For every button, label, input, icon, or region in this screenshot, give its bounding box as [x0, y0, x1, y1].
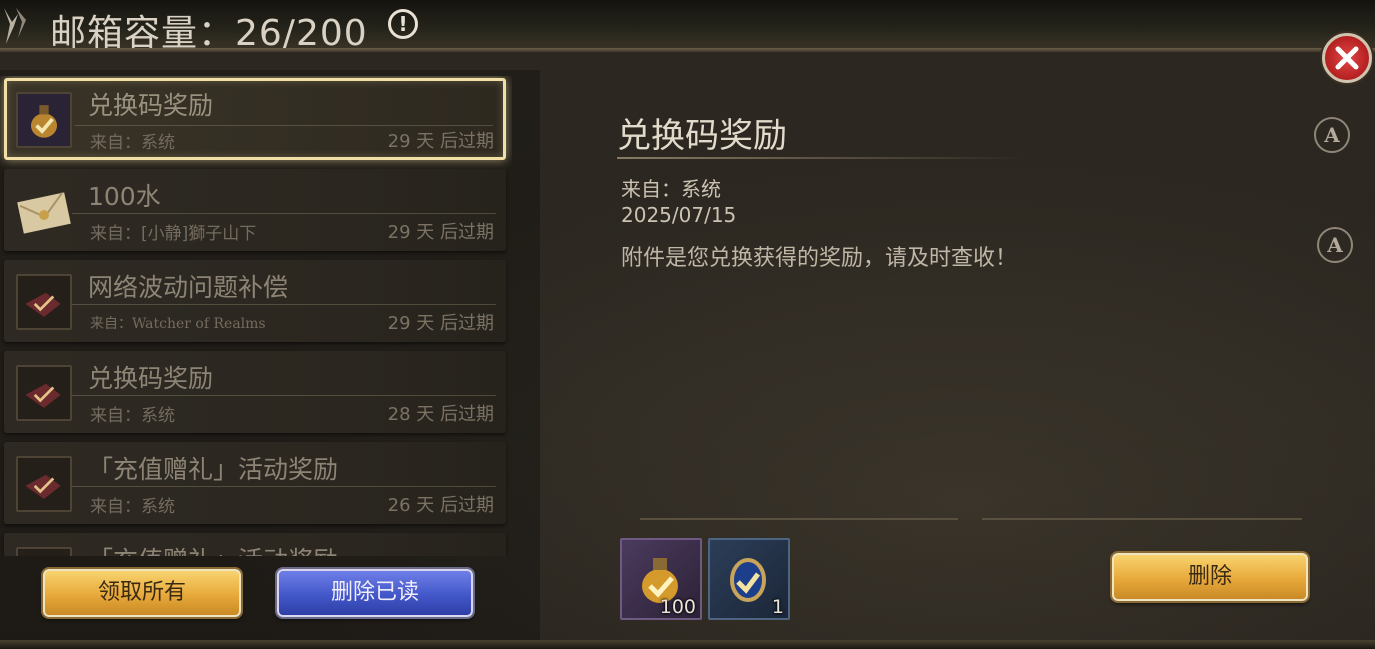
- mail-item[interactable]: 网络波动问题补偿 来自：Watcher of Realms 29 天 后过期: [4, 260, 506, 342]
- divider: [75, 125, 493, 126]
- a-badge-icon[interactable]: A: [1314, 117, 1350, 153]
- attachment-item[interactable]: 1: [708, 538, 790, 620]
- feather-emblem-icon: [4, 8, 26, 44]
- mail-title: 兑换码奖励: [88, 364, 214, 393]
- mail-item[interactable]: 「充值赠礼」活动奖励 来自：系统 26 天 后过期: [4, 442, 506, 524]
- detail-sender: 来自：系统: [621, 177, 721, 201]
- claim-all-button[interactable]: 领取所有: [43, 569, 241, 617]
- mail-sender: 来自：系统: [90, 497, 175, 517]
- mail-sender: 来自：[小静]獅子山下: [90, 224, 257, 244]
- mail-expiry: 29 天 后过期: [387, 313, 494, 334]
- mail-expiry: 28 天 后过期: [387, 404, 494, 425]
- opened-letter-icon: [16, 365, 72, 421]
- divider: [72, 395, 496, 396]
- detail-body: 附件是您兑换获得的奖励，请及时查收！: [621, 246, 1018, 271]
- bottom-border: [0, 640, 1375, 649]
- mail-sender: 来自：系统: [90, 406, 175, 426]
- delete-read-button[interactable]: 删除已读: [277, 569, 473, 617]
- mail-title: 100水: [88, 182, 161, 211]
- mail-item[interactable]: 兑换码奖励 来自：系统 29 天 后过期: [4, 78, 506, 160]
- mailbox-capacity-title: 邮箱容量：26/200: [50, 13, 368, 54]
- mail-expiry: 29 天 后过期: [387, 131, 494, 152]
- delete-button[interactable]: 删除: [1112, 553, 1308, 601]
- mail-expiry: 29 天 后过期: [387, 222, 494, 243]
- mail-item[interactable]: 100水 来自：[小静]獅子山下 29 天 后过期: [4, 169, 506, 251]
- attachment-count: 1: [771, 596, 784, 618]
- potion-icon: [16, 92, 72, 148]
- mail-sender: 来自：Watcher of Realms: [90, 316, 266, 332]
- mail-list[interactable]: 兑换码奖励 来自：系统 29 天 后过期 100水 来自：[小静]獅子山下 29…: [0, 76, 512, 556]
- opened-letter-icon: [16, 547, 72, 556]
- envelope-icon: [17, 192, 71, 234]
- divider: [72, 486, 496, 487]
- close-button[interactable]: [1322, 33, 1372, 83]
- divider: [72, 213, 496, 214]
- mail-item[interactable]: 兑换码奖励 来自：系统 28 天 后过期: [4, 351, 506, 433]
- mail-item[interactable]: 「充值赠礼」活动奖励: [4, 533, 506, 556]
- detail-title: 兑换码奖励: [617, 116, 787, 156]
- mail-title: 「充值赠礼」活动奖励: [88, 541, 338, 556]
- opened-letter-icon: [16, 274, 72, 330]
- divider: [982, 518, 1302, 520]
- divider: [617, 157, 1027, 159]
- divider: [640, 518, 958, 520]
- attachment-count: 100: [659, 596, 696, 618]
- mail-title: 「充值赠礼」活动奖励: [88, 455, 339, 484]
- a-badge-icon[interactable]: A: [1317, 227, 1353, 263]
- mail-title: 兑换码奖励: [88, 91, 214, 120]
- close-icon: [1335, 46, 1359, 70]
- detail-date: 2025/07/15: [621, 203, 737, 227]
- divider: [72, 304, 496, 305]
- info-icon[interactable]: !: [388, 9, 418, 39]
- attachment-item[interactable]: 100: [620, 538, 702, 620]
- opened-letter-icon: [16, 456, 72, 512]
- mail-sender: 来自：系统: [90, 133, 175, 153]
- mail-title: 网络波动问题补偿: [88, 273, 289, 302]
- header-bar: 邮箱容量：26/200 !: [0, 0, 1375, 54]
- mail-expiry: 26 天 后过期: [387, 495, 494, 516]
